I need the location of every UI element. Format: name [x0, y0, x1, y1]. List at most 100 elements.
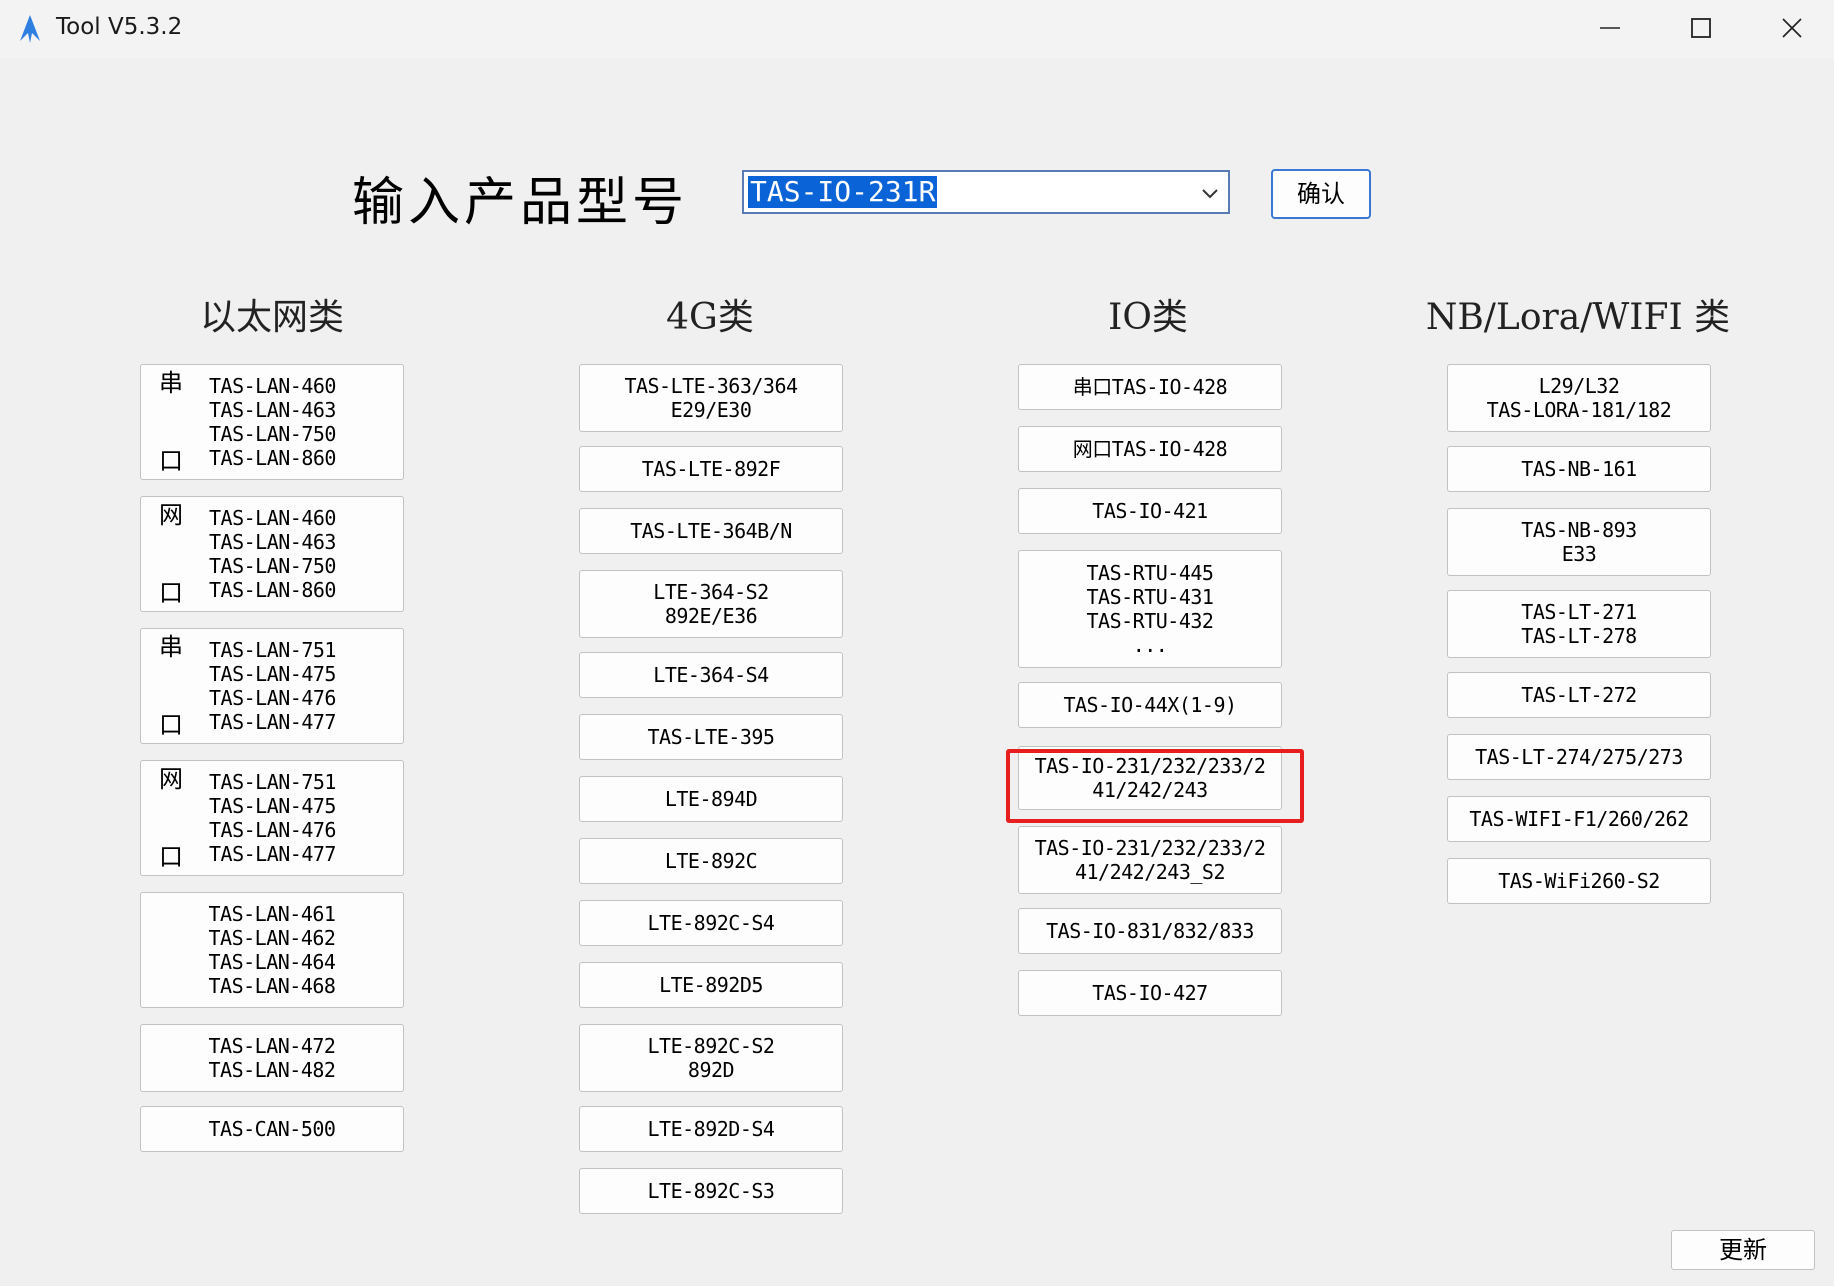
product-model-line: L29/L32	[1538, 374, 1620, 398]
port-type-mark: 串	[159, 633, 183, 661]
product-model-line: TAS-LAN-751	[209, 770, 336, 794]
product-model-line: TAS-LAN-750	[209, 554, 336, 578]
product-model-line: 41/242/243_S2	[1074, 860, 1226, 884]
product-button-g4-2[interactable]: TAS-LTE-892F	[579, 446, 843, 492]
confirm-button[interactable]: 确认	[1271, 169, 1371, 219]
product-model-combobox[interactable]: TAS-IO-231R	[742, 170, 1230, 214]
product-model-line: TAS-LAN-464	[208, 950, 336, 974]
product-button-ethernet-2[interactable]: 网口 TAS-LAN-460 TAS-LAN-463 TAS-LAN-750 TAS-L…	[140, 496, 404, 612]
product-model-line: E33	[1561, 542, 1597, 566]
product-model-line: LTE-364-S4	[653, 663, 769, 687]
product-button-g4-12[interactable]: LTE-892D-S4	[579, 1106, 843, 1152]
product-model-line: ...	[1132, 633, 1168, 657]
product-model-line: E29/E30	[670, 398, 752, 422]
chevron-down-icon[interactable]	[1200, 184, 1220, 202]
product-button-wireless-7[interactable]: TAS-WIFI-F1/260/262	[1447, 796, 1711, 842]
product-model-line: TAS-LT-278	[1521, 624, 1637, 648]
product-button-wireless-1[interactable]: L29/L32 TAS-LORA-181/182	[1447, 364, 1711, 432]
product-model-line: TAS-LAN-477	[209, 710, 336, 734]
product-button-g4-3[interactable]: TAS-LTE-364B/N	[579, 508, 843, 554]
product-button-g4-6[interactable]: TAS-LTE-395	[579, 714, 843, 760]
product-button-g4-11[interactable]: LTE-892C-S2 892D	[579, 1024, 843, 1092]
product-model-line: LTE-892D5	[659, 973, 763, 997]
product-button-wireless-2[interactable]: TAS-NB-161	[1447, 446, 1711, 492]
product-model-line: TAS-LAN-472	[208, 1034, 336, 1058]
product-button-ethernet-1[interactable]: 串口 TAS-LAN-460 TAS-LAN-463 TAS-LAN-750 TAS-L…	[140, 364, 404, 480]
product-button-g4-8[interactable]: LTE-892C	[579, 838, 843, 884]
product-model-line: LTE-364-S2	[653, 580, 769, 604]
port-type-mark: 网	[159, 501, 183, 529]
port-type-mark: 网	[159, 765, 183, 793]
product-model-line: LTE-892C-S4	[647, 911, 775, 935]
product-model-line: 串口TAS-IO-428	[1072, 375, 1228, 399]
product-button-io-2[interactable]: 网口TAS-IO-428	[1018, 426, 1282, 472]
port-type-mark: 口	[159, 843, 183, 871]
product-model-line: TAS-LAN-750	[209, 422, 336, 446]
product-model-line: TAS-LAN-482	[208, 1058, 336, 1082]
category-title-wireless: NB/Lora/WIFI 类	[1425, 297, 1731, 338]
product-model-line: TAS-LTE-892F	[641, 457, 781, 481]
product-model-line: TAS-LAN-477	[209, 842, 336, 866]
product-button-io-7[interactable]: TAS-IO-231/232/233/2 41/242/243_S2	[1018, 826, 1282, 894]
product-button-ethernet-6[interactable]: TAS-LAN-472 TAS-LAN-482	[140, 1024, 404, 1092]
product-button-ethernet-5[interactable]: TAS-LAN-461 TAS-LAN-462 TAS-LAN-464 TAS-LAN…	[140, 892, 404, 1008]
product-model-line: TAS-LAN-475	[209, 794, 336, 818]
category-title-io: IO类	[1108, 297, 1188, 338]
product-model-line: TAS-LTE-364B/N	[630, 519, 792, 543]
port-type-mark: 串	[159, 369, 183, 397]
product-model-line: TAS-LAN-462	[208, 926, 336, 950]
close-button[interactable]	[1747, 0, 1834, 56]
product-model-line: TAS-RTU-432	[1086, 609, 1214, 633]
product-model-line: TAS-IO-231/232/233/2	[1034, 836, 1266, 860]
category-title-ethernet: 以太网类	[199, 297, 344, 338]
product-model-line: TAS-IO-831/832/833	[1046, 919, 1254, 943]
product-model-line: TAS-LAN-468	[208, 974, 336, 998]
product-button-ethernet-7[interactable]: TAS-CAN-500	[140, 1106, 404, 1152]
product-button-g4-5[interactable]: LTE-364-S4	[579, 652, 843, 698]
product-model-line: LTE-894D	[664, 787, 758, 811]
product-button-g4-7[interactable]: LTE-894D	[579, 776, 843, 822]
product-model-label: 输入产品型号	[352, 173, 689, 233]
product-model-line: TAS-LORA-181/182	[1486, 398, 1672, 422]
product-model-line: TAS-IO-44X(1-9)	[1063, 693, 1237, 717]
highlight-box	[1006, 749, 1304, 823]
product-button-wireless-6[interactable]: TAS-LT-274/275/273	[1447, 734, 1711, 780]
product-button-wireless-5[interactable]: TAS-LT-272	[1447, 672, 1711, 718]
product-button-io-8[interactable]: TAS-IO-831/832/833	[1018, 908, 1282, 954]
product-model-input-value[interactable]: TAS-IO-231R	[748, 176, 938, 208]
product-model-line: TAS-RTU-431	[1086, 585, 1214, 609]
product-model-line: TAS-LAN-476	[209, 686, 336, 710]
product-model-line: TAS-LTE-395	[647, 725, 775, 749]
product-model-line: 892D	[687, 1058, 735, 1082]
product-model-line: TAS-LAN-476	[209, 818, 336, 842]
product-button-io-5[interactable]: TAS-IO-44X(1-9)	[1018, 682, 1282, 728]
product-button-io-1[interactable]: 串口TAS-IO-428	[1018, 364, 1282, 410]
product-model-line: TAS-CAN-500	[208, 1117, 336, 1141]
product-button-g4-13[interactable]: LTE-892C-S3	[579, 1168, 843, 1214]
product-model-line: TAS-LAN-461	[208, 902, 336, 926]
minimize-button[interactable]	[1565, 0, 1655, 56]
product-model-line: TAS-LAN-475	[209, 662, 336, 686]
product-model-line: LTE-892C-S3	[647, 1179, 775, 1203]
product-button-io-9[interactable]: TAS-IO-427	[1018, 970, 1282, 1016]
product-button-io-3[interactable]: TAS-IO-421	[1018, 488, 1282, 534]
product-model-line: TAS-NB-893	[1521, 518, 1637, 542]
product-model-line: TAS-NB-161	[1521, 457, 1637, 481]
product-button-ethernet-4[interactable]: 网口 TAS-LAN-751 TAS-LAN-475 TAS-LAN-476 TAS-L…	[140, 760, 404, 876]
product-button-g4-1[interactable]: TAS-LTE-363/364 E29/E30	[579, 364, 843, 432]
product-model-line: 网口TAS-IO-428	[1072, 437, 1228, 461]
product-model-line: TAS-LT-271	[1521, 600, 1637, 624]
product-model-line: LTE-892C	[664, 849, 758, 873]
product-button-io-4[interactable]: TAS-RTU-445 TAS-RTU-431 TAS-RTU-432...	[1018, 550, 1282, 668]
product-button-g4-9[interactable]: LTE-892C-S4	[579, 900, 843, 946]
app-logo-icon	[20, 15, 40, 43]
product-button-wireless-4[interactable]: TAS-LT-271 TAS-LT-278	[1447, 590, 1711, 658]
maximize-button[interactable]	[1656, 0, 1746, 56]
product-button-wireless-8[interactable]: TAS-WiFi260-S2	[1447, 858, 1711, 904]
product-button-ethernet-3[interactable]: 串口 TAS-LAN-751 TAS-LAN-475 TAS-LAN-476 TAS-L…	[140, 628, 404, 744]
product-button-wireless-3[interactable]: TAS-NB-893 E33	[1447, 508, 1711, 576]
update-button[interactable]: 更新	[1671, 1230, 1815, 1270]
product-button-g4-10[interactable]: LTE-892D5	[579, 962, 843, 1008]
product-model-line: TAS-WiFi260-S2	[1498, 869, 1660, 893]
product-button-g4-4[interactable]: LTE-364-S2 892E/E36	[579, 570, 843, 638]
